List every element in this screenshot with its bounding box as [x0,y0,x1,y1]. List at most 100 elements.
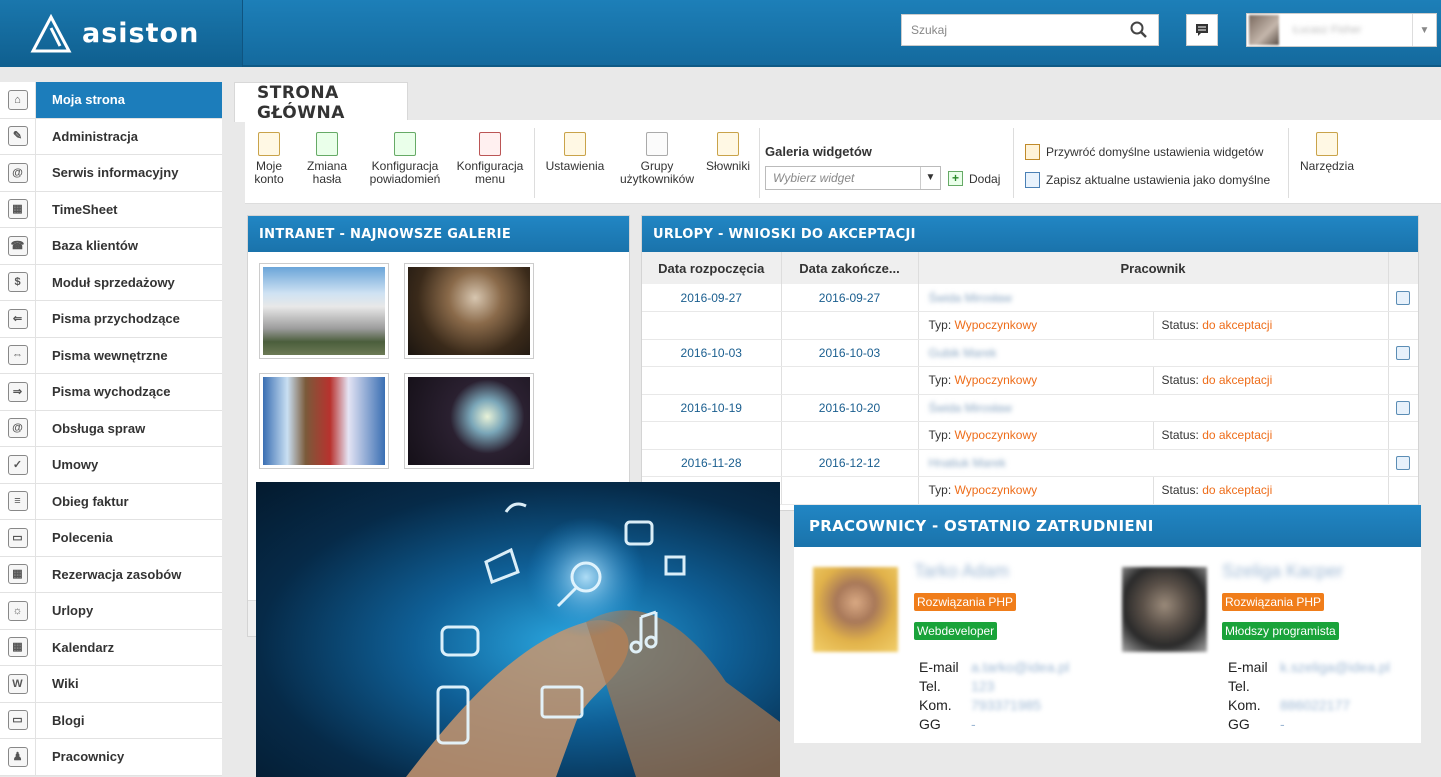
logo[interactable]: asiston [0,0,243,67]
table-row: 2016-10-19 2016-10-20 Świda Mirosław [642,394,1418,422]
gallery-thumbnail[interactable] [259,373,389,469]
chevron-down-icon[interactable]: ▼ [920,167,940,189]
my-account-button[interactable]: Moje konto [253,132,285,186]
status-label: Status: [1161,483,1199,498]
leave-requests-panel: URLOPY - WNIOSKI DO AKCEPTACJI Data rozp… [641,215,1419,511]
sidebar-item-label: Polecenia [52,530,113,546]
speech-bubble-icon: ▭ [7,527,28,548]
table-row: 2016-10-03 2016-10-03 Gubik Marek [642,339,1418,367]
col-start-date[interactable]: Data rozpoczęcia [642,252,782,284]
add-widget-button[interactable]: + Dodaj [948,171,1000,186]
preview-icon[interactable] [1396,345,1411,360]
change-password-button[interactable]: Zmiana hasła [305,132,349,186]
status-value: do akceptacji [1202,318,1273,333]
menu-settings-button[interactable]: Konfiguracja menu [452,132,528,186]
employee-name[interactable]: Tarko Adam [914,561,1009,582]
sidebar-item-blogi[interactable]: ▭ Blogi [0,702,222,739]
save-defaults-link[interactable]: Zapisz aktualne ustawienia jako domyślne [1025,172,1270,188]
tools-button[interactable]: Narzędzia [1295,132,1359,173]
leave-type: Wypoczynkowy [954,373,1038,388]
employee-photo[interactable] [1122,567,1207,652]
hero-image [256,482,780,777]
sidebar-item-baza-klientow[interactable]: ☎ Baza klientów [0,228,222,265]
notification-settings-button[interactable]: Konfiguracja powiadomień [365,132,445,186]
settings-button[interactable]: Ustawienia [542,132,608,173]
brand-name: asiston [82,18,200,49]
chevron-down-icon[interactable]: ▼ [1412,14,1436,46]
employee-name[interactable]: Gubik Marek [929,346,997,360]
sidebar-item-rezerwacja-zasobow[interactable]: ▦ Rezerwacja zasobów [0,556,222,593]
status-label: Status: [1161,428,1199,443]
tab-strona-glowna[interactable]: STRONA GŁÓWNA [234,82,408,123]
divider [1288,128,1289,198]
type-label: Typ: [928,483,952,498]
calendar-icon: ▦ [7,637,28,658]
status-value: do akceptacji [1202,483,1273,498]
preview-icon[interactable] [1396,400,1411,415]
end-date[interactable]: 2016-10-03 [781,339,919,367]
type-label: Typ: [928,373,952,388]
user-groups-button[interactable]: Grupy użytkowników [617,132,697,186]
gallery-thumbnail[interactable] [404,263,534,359]
employee-name[interactable]: Szeliga Kacper [1222,561,1343,582]
gallery-thumbnail[interactable] [404,373,534,469]
document-in-icon: ⇐ [7,308,28,329]
sidebar-item-pisma-wewnetrzne[interactable]: ⇔ Pisma wewnętrzne [0,337,222,374]
type-label: Typ: [928,318,952,333]
sidebar-item-label: Blogi [52,712,85,728]
sidebar-item-obieg-faktur[interactable]: ≡ Obieg faktur [0,483,222,520]
preview-icon[interactable] [1396,455,1411,470]
arrow-right-icon [316,132,338,156]
search-input[interactable] [902,16,1122,44]
sidebar-item-modul-sprzedazowy[interactable]: $ Moduł sprzedażowy [0,264,222,301]
widget-select[interactable]: Wybierz widget ▼ [765,166,941,190]
gallery-thumbnail[interactable] [259,263,389,359]
employee-contact: E-mail a.tarko@idea.pl Tel. 123 Kom. 793371… [919,659,1070,732]
table-row-detail: Typ: Wypoczynkowy Status: do akceptacji [642,421,1418,450]
sidebar-item-serwis-informacyjny[interactable]: @ Serwis informacyjny [0,155,222,192]
chat-icon [1196,24,1208,36]
sidebar-item-urlopy[interactable]: ☼ Urlopy [0,593,222,630]
sidebar-item-obsluga-spraw[interactable]: @ Obsługa spraw [0,410,222,447]
toolbar: Moje konto Zmiana hasła Konfiguracja powiad… [245,120,1441,204]
restore-defaults-link[interactable]: Przywróć domyślne ustawienia widgetów [1025,144,1263,160]
search-box[interactable] [901,14,1159,46]
speech-bubble-icon: ▭ [7,710,28,731]
start-date[interactable]: 2016-10-03 [642,339,782,367]
sidebar-item-administracja[interactable]: ✎ Administracja [0,118,222,155]
user-name: Łucasz Fisher [1293,24,1362,36]
user-menu[interactable]: Łucasz Fisher ▼ [1246,13,1437,47]
employee-photo[interactable] [813,567,898,652]
sidebar: ⌂ Moja strona ✎ Administracja @ Serwis inform… [0,82,222,776]
sidebar-item-pracownicy[interactable]: ♟ Pracownicy [0,739,222,776]
col-end-date[interactable]: Data zakończe... [781,252,919,284]
sidebar-item-polecenia[interactable]: ▭ Polecenia [0,520,222,557]
end-date[interactable]: 2016-09-27 [781,284,919,312]
dictionaries-button[interactable]: Słowniki [703,132,753,173]
preview-icon[interactable] [1396,290,1411,305]
sidebar-item-wiki[interactable]: W Wiki [0,666,222,703]
sidebar-item-label: Baza klientów [52,238,138,254]
sidebar-item-kalendarz[interactable]: ▦ Kalendarz [0,629,222,666]
start-date[interactable]: 2016-09-27 [642,284,782,312]
messages-button[interactable] [1186,14,1218,46]
sidebar-item-label: Serwis informacyjny [52,165,179,181]
employee-name[interactable]: Hnatiuk Marek [929,456,1006,470]
employee-name[interactable]: Świda Mirosław [929,401,1012,415]
sidebar-item-pisma-przychodzace[interactable]: ⇐ Pisma przychodzące [0,301,222,338]
start-date[interactable]: 2016-11-28 [642,449,782,477]
start-date[interactable]: 2016-10-19 [642,394,782,422]
search-icon[interactable] [1130,21,1148,39]
sidebar-item-timesheet[interactable]: ▦ TimeSheet [0,191,222,228]
sidebar-item-moja-strona[interactable]: ⌂ Moja strona [0,82,222,119]
sidebar-item-label: Pisma wewnętrzne [52,347,168,363]
employees-panel-title: PRACOWNICY - OSTATNIO ZATRUDNIENI [794,505,1421,547]
end-date[interactable]: 2016-10-20 [781,394,919,422]
col-employee[interactable]: Pracownik [918,252,1389,284]
save-icon [1025,172,1040,188]
invoice-icon: ≡ [7,491,28,512]
end-date[interactable]: 2016-12-12 [781,449,919,477]
sidebar-item-pisma-wychodzace[interactable]: ⇒ Pisma wychodzące [0,374,222,411]
sidebar-item-umowy[interactable]: ✓ Umowy [0,447,222,484]
employee-name[interactable]: Świda Mirosław [929,291,1012,305]
